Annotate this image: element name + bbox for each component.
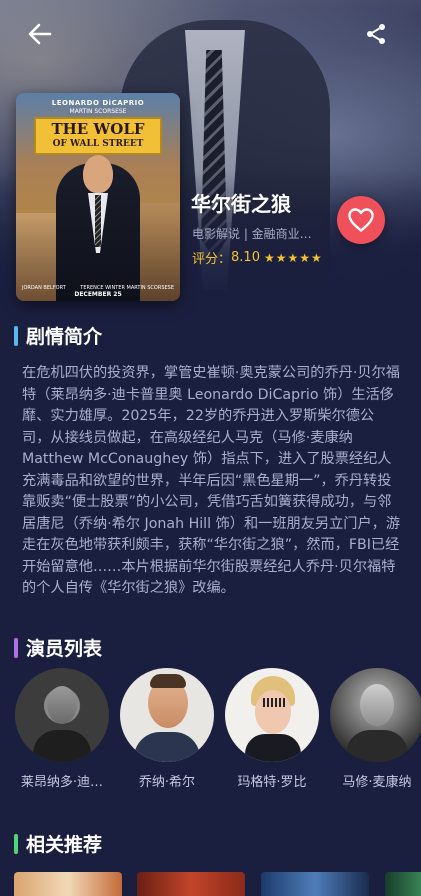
related-list[interactable] <box>0 872 421 896</box>
avatar-veil <box>263 698 287 707</box>
back-button[interactable] <box>24 18 56 50</box>
poster-title-line1: THE WOLF <box>51 120 145 138</box>
related-title: 相关推荐 <box>26 834 103 856</box>
related-item[interactable] <box>14 872 122 896</box>
movie-tags: 电影解说 | 金融商业… <box>192 227 312 241</box>
favorite-button[interactable] <box>337 196 385 244</box>
rating-label: 评分： <box>192 252 232 267</box>
synopsis-text: 在危机四伏的投资界，掌管史崔顿·奥克蒙公司的乔丹·贝尔福特（莱昂纳多·迪卡普里奥… <box>22 365 401 596</box>
poster-director-name: MARTIN SCORSESE <box>69 108 127 115</box>
cast-name: 乔纳·希尔 <box>138 775 196 790</box>
avatar-body <box>134 732 200 762</box>
share-button[interactable] <box>360 18 392 50</box>
poster-face <box>83 155 113 193</box>
rating-value: 8.10 <box>231 250 260 265</box>
poster-star-name: LEONARDO DiCAPRIO <box>51 99 145 107</box>
poster-release-date: DECEMBER 25 <box>74 291 122 298</box>
cast-item[interactable]: 玛格特·罗比 <box>217 668 327 790</box>
movie-poster[interactable]: LEONARDO DiCAPRIO MARTIN SCORSESE THE WO… <box>16 93 180 301</box>
avatar-body <box>346 730 408 762</box>
cast-avatar <box>225 668 319 762</box>
synopsis-title: 剧情简介 <box>26 326 103 348</box>
cast-item[interactable]: 乔纳·希尔 <box>112 668 222 790</box>
avatar-face <box>47 686 77 724</box>
rating-stars-icon: ★★★★★ <box>263 250 323 265</box>
avatar-hair <box>150 674 186 688</box>
back-arrow-icon <box>28 23 52 45</box>
cast-avatar <box>15 668 109 762</box>
avatar-face <box>255 690 291 734</box>
section-accent-bar <box>14 833 18 854</box>
movie-title: 华尔街之狼 <box>191 192 291 216</box>
poster-tie <box>95 195 101 247</box>
cast-item[interactable]: 马修·麦康纳 <box>322 668 421 790</box>
section-accent-bar <box>14 325 18 346</box>
avatar-body <box>245 734 301 762</box>
poster-title-line2: OF WALL STREET <box>52 139 144 149</box>
share-icon <box>367 24 385 44</box>
cast-title: 演员列表 <box>26 638 103 660</box>
related-item[interactable] <box>261 872 369 896</box>
avatar-body <box>33 730 91 762</box>
related-item[interactable] <box>137 872 245 896</box>
cast-item[interactable]: 莱昂纳多·迪… <box>7 668 117 790</box>
cast-avatar <box>120 668 214 762</box>
heart-icon <box>348 208 374 232</box>
section-accent-bar <box>14 637 18 658</box>
cast-name: 莱昂纳多·迪… <box>20 775 104 790</box>
cast-list[interactable]: 莱昂纳多·迪… 乔纳·希尔 玛格特·罗比 马修·麦康纳 <box>0 668 421 790</box>
cast-name: 马修·麦康纳 <box>342 775 412 790</box>
cast-avatar <box>330 668 421 762</box>
related-header: 相关推荐 <box>14 830 102 857</box>
synopsis-header: 剧情简介 <box>14 322 102 349</box>
related-item[interactable] <box>385 872 421 896</box>
avatar-face <box>360 684 394 726</box>
cast-name: 玛格特·罗比 <box>237 775 307 790</box>
movie-rating: 评分： 8.10 ★★★★★ <box>192 248 323 267</box>
poster-title: THE WOLF OF WALL STREET <box>34 117 162 155</box>
cast-header: 演员列表 <box>14 634 102 661</box>
